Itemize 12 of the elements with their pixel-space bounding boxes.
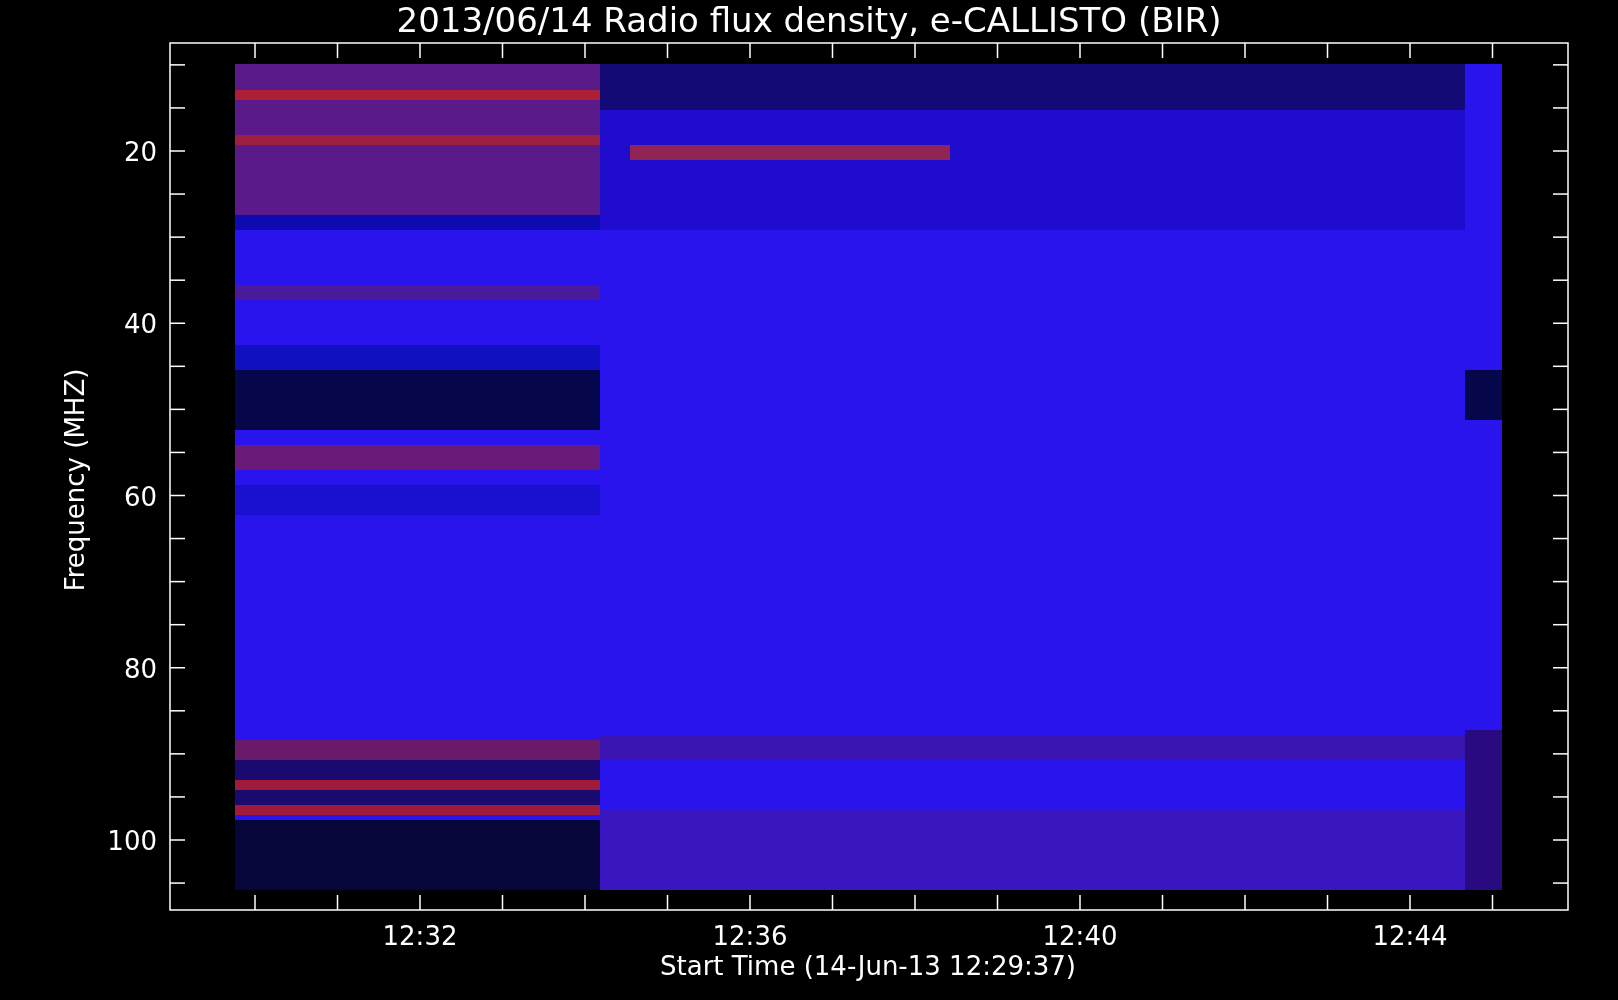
y-tick-label: 40 [123,309,157,340]
y-axis-label: Frequency (MHZ) [60,368,90,592]
y-tick-label: 60 [123,481,157,512]
y-tick-label: 80 [123,653,157,684]
chart-title: 2013/06/14 Radio flux density, e-CALLISTO (BIR) [396,0,1222,40]
y-tick-label: 20 [123,137,157,167]
x-tick-label: 12:32 [382,921,458,951]
x-axis-label: Start Time (14-Jun-13 12:29:37) [660,951,1076,981]
x-tick-label: 12:40 [1042,921,1118,951]
x-tick-label: 12:44 [1372,921,1448,951]
x-tick-label: 12:36 [712,921,788,951]
y-tick-label: 100 [107,826,157,856]
